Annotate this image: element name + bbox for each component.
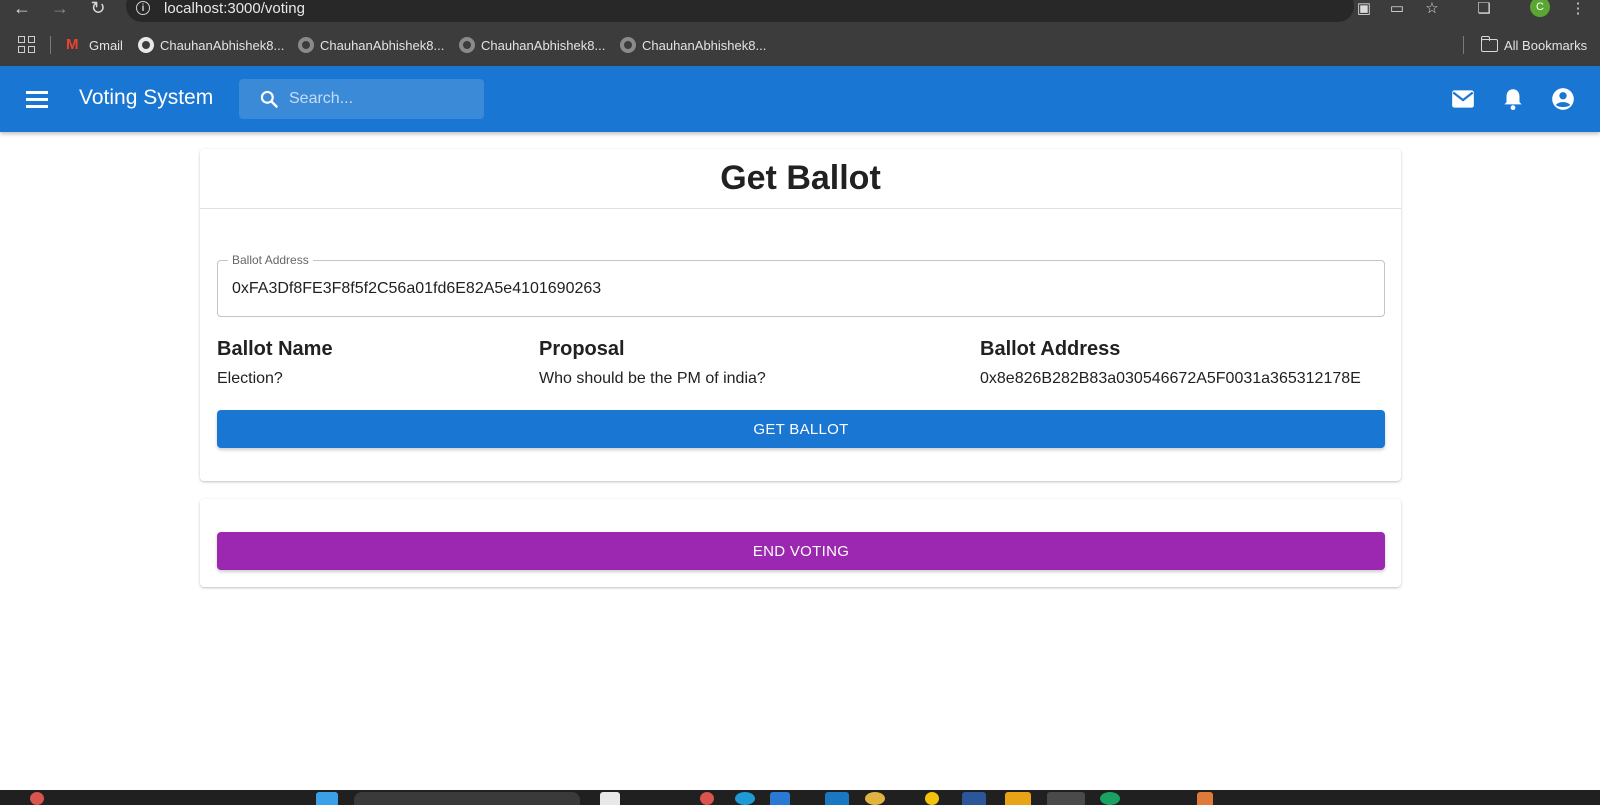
os-taskbar — [0, 790, 1600, 805]
app-icon[interactable] — [825, 792, 849, 805]
bookmarks-divider — [1463, 36, 1464, 54]
ballot-name-heading: Ballot Name — [217, 338, 333, 360]
forward-arrow-icon[interactable]: → — [48, 0, 72, 20]
github-icon — [138, 37, 154, 53]
ballot-address-column: Ballot Address 0x8e826B282B83a030546672A… — [980, 338, 1361, 388]
app-icon[interactable] — [1100, 792, 1120, 805]
reload-icon[interactable]: ↻ — [86, 0, 110, 20]
back-arrow-icon[interactable]: ← — [10, 0, 34, 20]
app-title: Voting System — [79, 86, 214, 109]
bookmarks-divider — [50, 36, 51, 54]
search-input[interactable] — [289, 79, 479, 119]
app-icon[interactable] — [700, 792, 714, 805]
proposal-column: Proposal Who should be the PM of india? — [539, 338, 766, 388]
browser-menu-icon[interactable]: ⋮ — [1566, 0, 1590, 20]
folder-icon — [1480, 35, 1498, 52]
translate-icon[interactable]: ▭ — [1385, 0, 1409, 20]
proposal-heading: Proposal — [539, 338, 625, 360]
search-box[interactable] — [239, 79, 484, 119]
ballot-name-value: Election? — [217, 370, 283, 387]
extensions-icon[interactable]: ❏ — [1472, 0, 1496, 20]
github-icon — [459, 37, 475, 53]
account-circle-icon[interactable] — [1550, 86, 1576, 112]
url-text[interactable]: localhost:3000/voting — [164, 0, 305, 17]
app-icon[interactable] — [865, 792, 885, 805]
card-header: Get Ballot — [200, 149, 1401, 209]
bookmark-github-1[interactable]: ChauhanAbhishek8... — [138, 35, 284, 55]
task-view-icon[interactable] — [600, 792, 620, 805]
ballot-address-input[interactable] — [232, 261, 1372, 316]
site-info-icon[interactable]: i — [136, 1, 150, 15]
search-icon — [260, 90, 278, 108]
ballot-address-value: 0x8e826B282B83a030546672A5F0031a36531217… — [980, 370, 1361, 387]
all-bookmarks-label: All Bookmarks — [1504, 37, 1588, 53]
ballot-name-column: Ballot Name Election? — [217, 338, 333, 388]
bookmark-github-3[interactable]: ChauhanAbhishek8... — [459, 35, 605, 55]
ballot-address-field[interactable]: Ballot Address — [217, 253, 1385, 317]
app-icon[interactable] — [1197, 792, 1213, 805]
bookmark-label: ChauhanAbhishek8... — [160, 37, 285, 53]
chrome-active-icon[interactable] — [1047, 792, 1085, 805]
end-voting-card: END VOTING — [200, 499, 1401, 587]
end-voting-button[interactable]: END VOTING — [217, 532, 1385, 570]
bookmark-label: Gmail — [89, 37, 123, 53]
mail-icon[interactable] — [1450, 86, 1476, 112]
bookmark-label: ChauhanAbhishek8... — [320, 37, 445, 53]
get-ballot-card: Get Ballot Ballot Address Ballot Name El… — [200, 149, 1401, 481]
app-icon[interactable] — [770, 792, 790, 805]
weather-icon[interactable] — [30, 792, 44, 805]
github-icon — [620, 37, 636, 53]
github-icon — [298, 37, 314, 53]
bookmark-label: ChauhanAbhishek8... — [642, 37, 767, 53]
file-explorer-icon[interactable] — [1005, 792, 1031, 805]
bookmarks-bar: Gmail ChauhanAbhishek8... ChauhanAbhishe… — [0, 24, 1600, 66]
get-ballot-button[interactable]: GET BALLOT — [217, 410, 1385, 448]
edge-icon[interactable] — [735, 792, 755, 805]
bookmark-star-icon[interactable]: ☆ — [1420, 0, 1444, 20]
app-icon[interactable] — [925, 792, 939, 805]
bookmark-label: ChauhanAbhishek8... — [481, 37, 606, 53]
proposal-value: Who should be the PM of india? — [539, 370, 766, 387]
address-bar[interactable]: i localhost:3000/voting — [126, 0, 1354, 22]
page-title: Get Ballot — [720, 159, 881, 197]
notifications-bell-icon[interactable] — [1500, 86, 1526, 112]
bookmark-gmail[interactable]: Gmail — [66, 35, 123, 55]
start-button-icon[interactable] — [316, 792, 338, 805]
taskbar-search-box[interactable] — [354, 792, 580, 805]
bookmark-github-4[interactable]: ChauhanAbhishek8... — [620, 35, 766, 55]
bookmark-github-2[interactable]: ChauhanAbhishek8... — [298, 35, 444, 55]
profile-avatar[interactable]: C — [1530, 0, 1550, 17]
hamburger-menu-icon[interactable] — [26, 91, 48, 108]
ballot-address-heading: Ballot Address — [980, 338, 1121, 360]
all-bookmarks[interactable]: All Bookmarks — [1480, 35, 1588, 55]
app-bar: Voting System — [0, 66, 1600, 132]
browser-toolbar: ← → ↻ i localhost:3000/voting ▣ ▭ ☆ ❏ C … — [0, 0, 1600, 24]
install-app-icon[interactable]: ▣ — [1352, 0, 1376, 20]
gmail-icon — [66, 36, 83, 53]
apps-grid-icon[interactable] — [18, 36, 35, 53]
app-icon[interactable] — [962, 792, 986, 805]
